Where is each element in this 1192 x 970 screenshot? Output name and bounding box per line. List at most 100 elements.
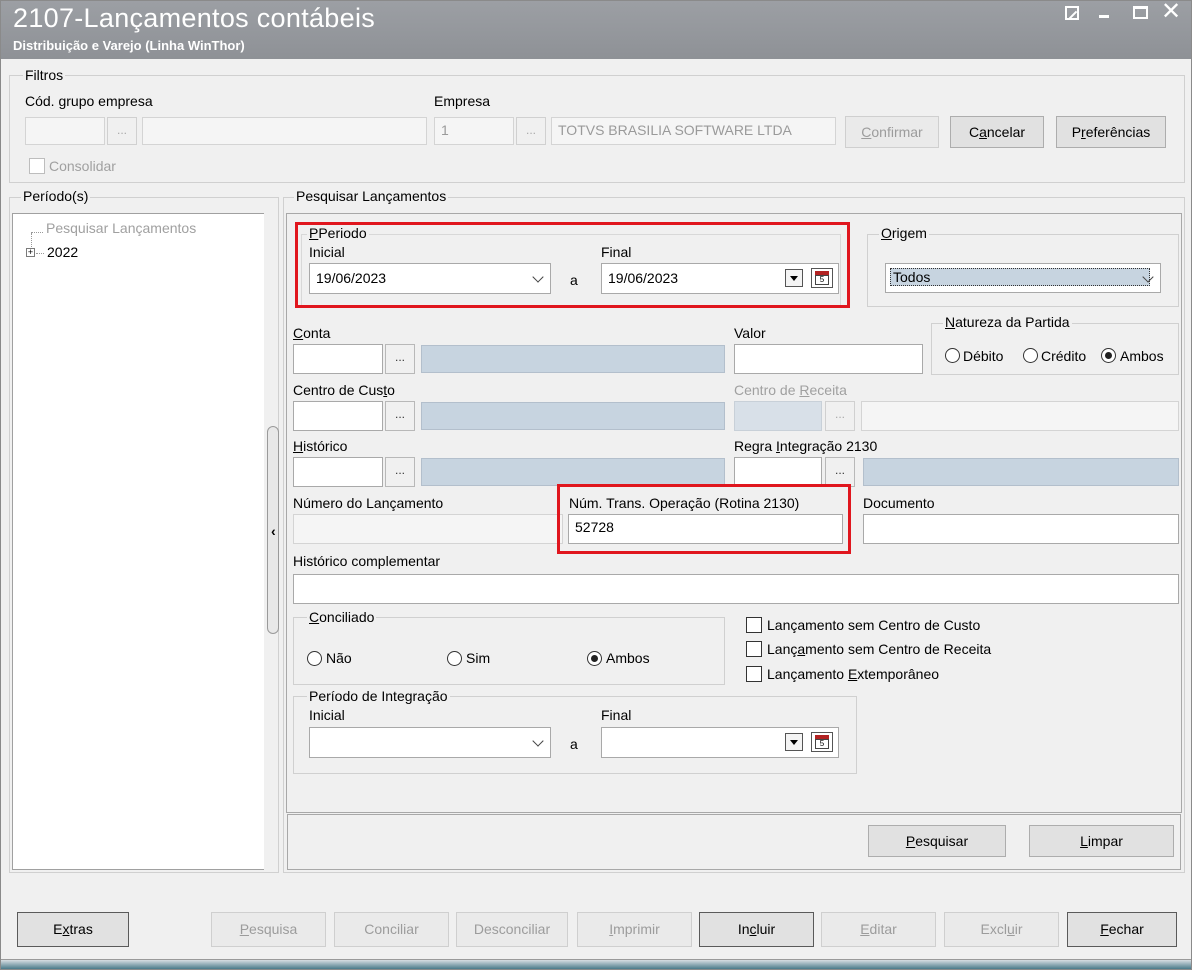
sem-centro-custo-checkbox[interactable] [746, 617, 762, 633]
conciliado-title: Conciliado [307, 609, 377, 625]
tree-item-2022[interactable]: 2022 [47, 244, 78, 260]
ambos-natureza-radio[interactable] [1101, 348, 1116, 363]
integracao-a-label: a [570, 736, 578, 752]
tree-line [36, 253, 44, 254]
historico-input[interactable] [293, 457, 383, 487]
ambos-conciliado-radio[interactable] [587, 651, 602, 666]
centro-custo-description-field [421, 402, 725, 430]
documento-input[interactable] [863, 514, 1179, 544]
consolidar-label: Consolidar [49, 158, 116, 174]
incluir-button[interactable]: Incluir [699, 912, 814, 947]
numero-lancamento-input[interactable] [293, 514, 563, 544]
restore-icon[interactable] [1065, 6, 1079, 20]
integracao-final-combo[interactable] [601, 727, 839, 758]
centro-receita-description-field [861, 401, 1179, 431]
expand-icon[interactable]: + [26, 248, 35, 257]
debito-radio[interactable] [945, 348, 960, 363]
integracao-inicial-label: Inicial [309, 707, 345, 723]
historico-description-field [421, 458, 725, 486]
filtros-title: Filtros [23, 67, 66, 83]
centro-receita-label: Centro de Receita [734, 382, 847, 398]
ambos-natureza-label: Ambos [1120, 348, 1164, 364]
window-title: 2107-Lançamentos contábeis [13, 3, 376, 33]
conta-lookup-button[interactable]: ... [385, 344, 415, 374]
origem-title: Origem [879, 225, 929, 241]
imprimir-button[interactable]: Imprimir [577, 912, 692, 947]
credito-label: Crédito [1041, 348, 1087, 364]
main-window: 2107-Lançamentos contábeis Distribuição … [0, 0, 1192, 970]
confirmar-button[interactable]: Confirmar [845, 116, 939, 148]
documento-label: Documento [863, 495, 935, 511]
centro-custo-lookup-button[interactable]: ... [385, 401, 415, 431]
pesquisa-button[interactable]: Pesquisa [211, 912, 326, 947]
pesquisar-button[interactable]: Pesquisar [868, 825, 1006, 857]
extras-button[interactable]: Extras [17, 912, 129, 947]
sem-centro-receita-checkbox[interactable] [746, 641, 762, 657]
calendar-icon[interactable]: 5 [811, 732, 833, 752]
centro-custo-label: Centro de Custo [293, 382, 395, 398]
extemporaneo-checkbox[interactable] [746, 666, 762, 682]
collapse-arrow-icon[interactable]: ‹ [271, 523, 276, 539]
chevron-down-icon[interactable] [532, 735, 544, 747]
empresa-label: Empresa [434, 93, 491, 109]
integracao-inicial-combo[interactable] [309, 727, 551, 758]
tree-line [31, 232, 43, 233]
centro-receita-lookup-button[interactable]: ... [825, 401, 855, 431]
ambos-conciliado-label: Ambos [606, 650, 650, 666]
historico-lookup-button[interactable]: ... [385, 457, 415, 487]
numero-lancamento-label: Número do Lançamento [293, 495, 444, 511]
empresa-code-input[interactable]: 1 [434, 117, 514, 145]
conta-input[interactable] [293, 344, 383, 374]
cod-grupo-empresa-lookup-button[interactable]: ... [107, 117, 137, 145]
conciliado-group [293, 617, 725, 685]
debito-label: Débito [963, 348, 1004, 364]
editar-button[interactable]: Editar [821, 912, 936, 947]
highlight-periodo [295, 222, 850, 308]
centro-custo-input[interactable] [293, 401, 383, 431]
cancelar-button[interactable]: Cancelar [950, 116, 1044, 148]
sim-radio[interactable] [447, 651, 462, 666]
close-icon[interactable]: ✕ [1161, 0, 1181, 24]
consolidar-checkbox[interactable] [29, 158, 45, 174]
highlight-num-trans [557, 484, 851, 554]
historico-comp-label: Histórico complementar [293, 553, 441, 569]
historico-label: Histórico [293, 438, 348, 454]
valor-label: Valor [734, 325, 766, 341]
tree-root-item[interactable]: Pesquisar Lançamentos [46, 220, 196, 236]
centro-receita-input[interactable] [734, 401, 822, 431]
periodos-title: Período(s) [21, 188, 91, 204]
cod-grupo-empresa-label: Cód. grupo empresa [25, 93, 153, 109]
conta-label: Conta [293, 325, 331, 341]
preferencias-button[interactable]: Preferências [1056, 116, 1166, 148]
sem-centro-custo-label: Lançamento sem Centro de Custo [767, 617, 981, 633]
regra-lookup-button[interactable]: ... [825, 457, 855, 487]
desconciliar-button[interactable]: Desconciliar [456, 912, 568, 947]
excluir-button[interactable]: Excluir [944, 912, 1059, 947]
conta-description-field [421, 345, 725, 373]
minimize-icon[interactable] [1099, 15, 1109, 18]
periodo-integracao-title: Período de Integração [307, 688, 450, 704]
empresa-name-field: TOTVS BRASILIA SOFTWARE LTDA [551, 117, 836, 145]
valor-input[interactable] [734, 344, 923, 374]
extemporaneo-label: Lançamento Extemporâneo [767, 666, 940, 682]
nao-label: Não [326, 650, 352, 666]
origem-value: Todos [890, 268, 1150, 286]
nao-radio[interactable] [307, 651, 322, 666]
limpar-button[interactable]: Limpar [1029, 825, 1174, 857]
cod-grupo-empresa-input[interactable] [25, 117, 105, 145]
conciliar-button[interactable]: Conciliar [334, 912, 449, 947]
window-subtitle: Distribuição e Varejo (Linha WinThor) [13, 38, 245, 53]
historico-comp-input[interactable] [293, 574, 1179, 604]
origem-combo[interactable]: Todos [885, 263, 1161, 293]
maximize-icon[interactable] [1133, 6, 1148, 19]
credito-radio[interactable] [1023, 348, 1038, 363]
regra-description-field [863, 458, 1179, 486]
periodos-tree [12, 213, 264, 870]
empresa-lookup-button[interactable]: ... [516, 117, 546, 145]
fechar-button[interactable]: Fechar [1067, 912, 1177, 947]
title-bar: 2107-Lançamentos contábeis Distribuição … [1, 0, 1191, 59]
dropdown-arrow-icon[interactable] [785, 733, 803, 751]
sim-label: Sim [466, 650, 491, 666]
confirmar-label: onfirmar [871, 124, 923, 140]
regra-input[interactable] [734, 457, 822, 487]
